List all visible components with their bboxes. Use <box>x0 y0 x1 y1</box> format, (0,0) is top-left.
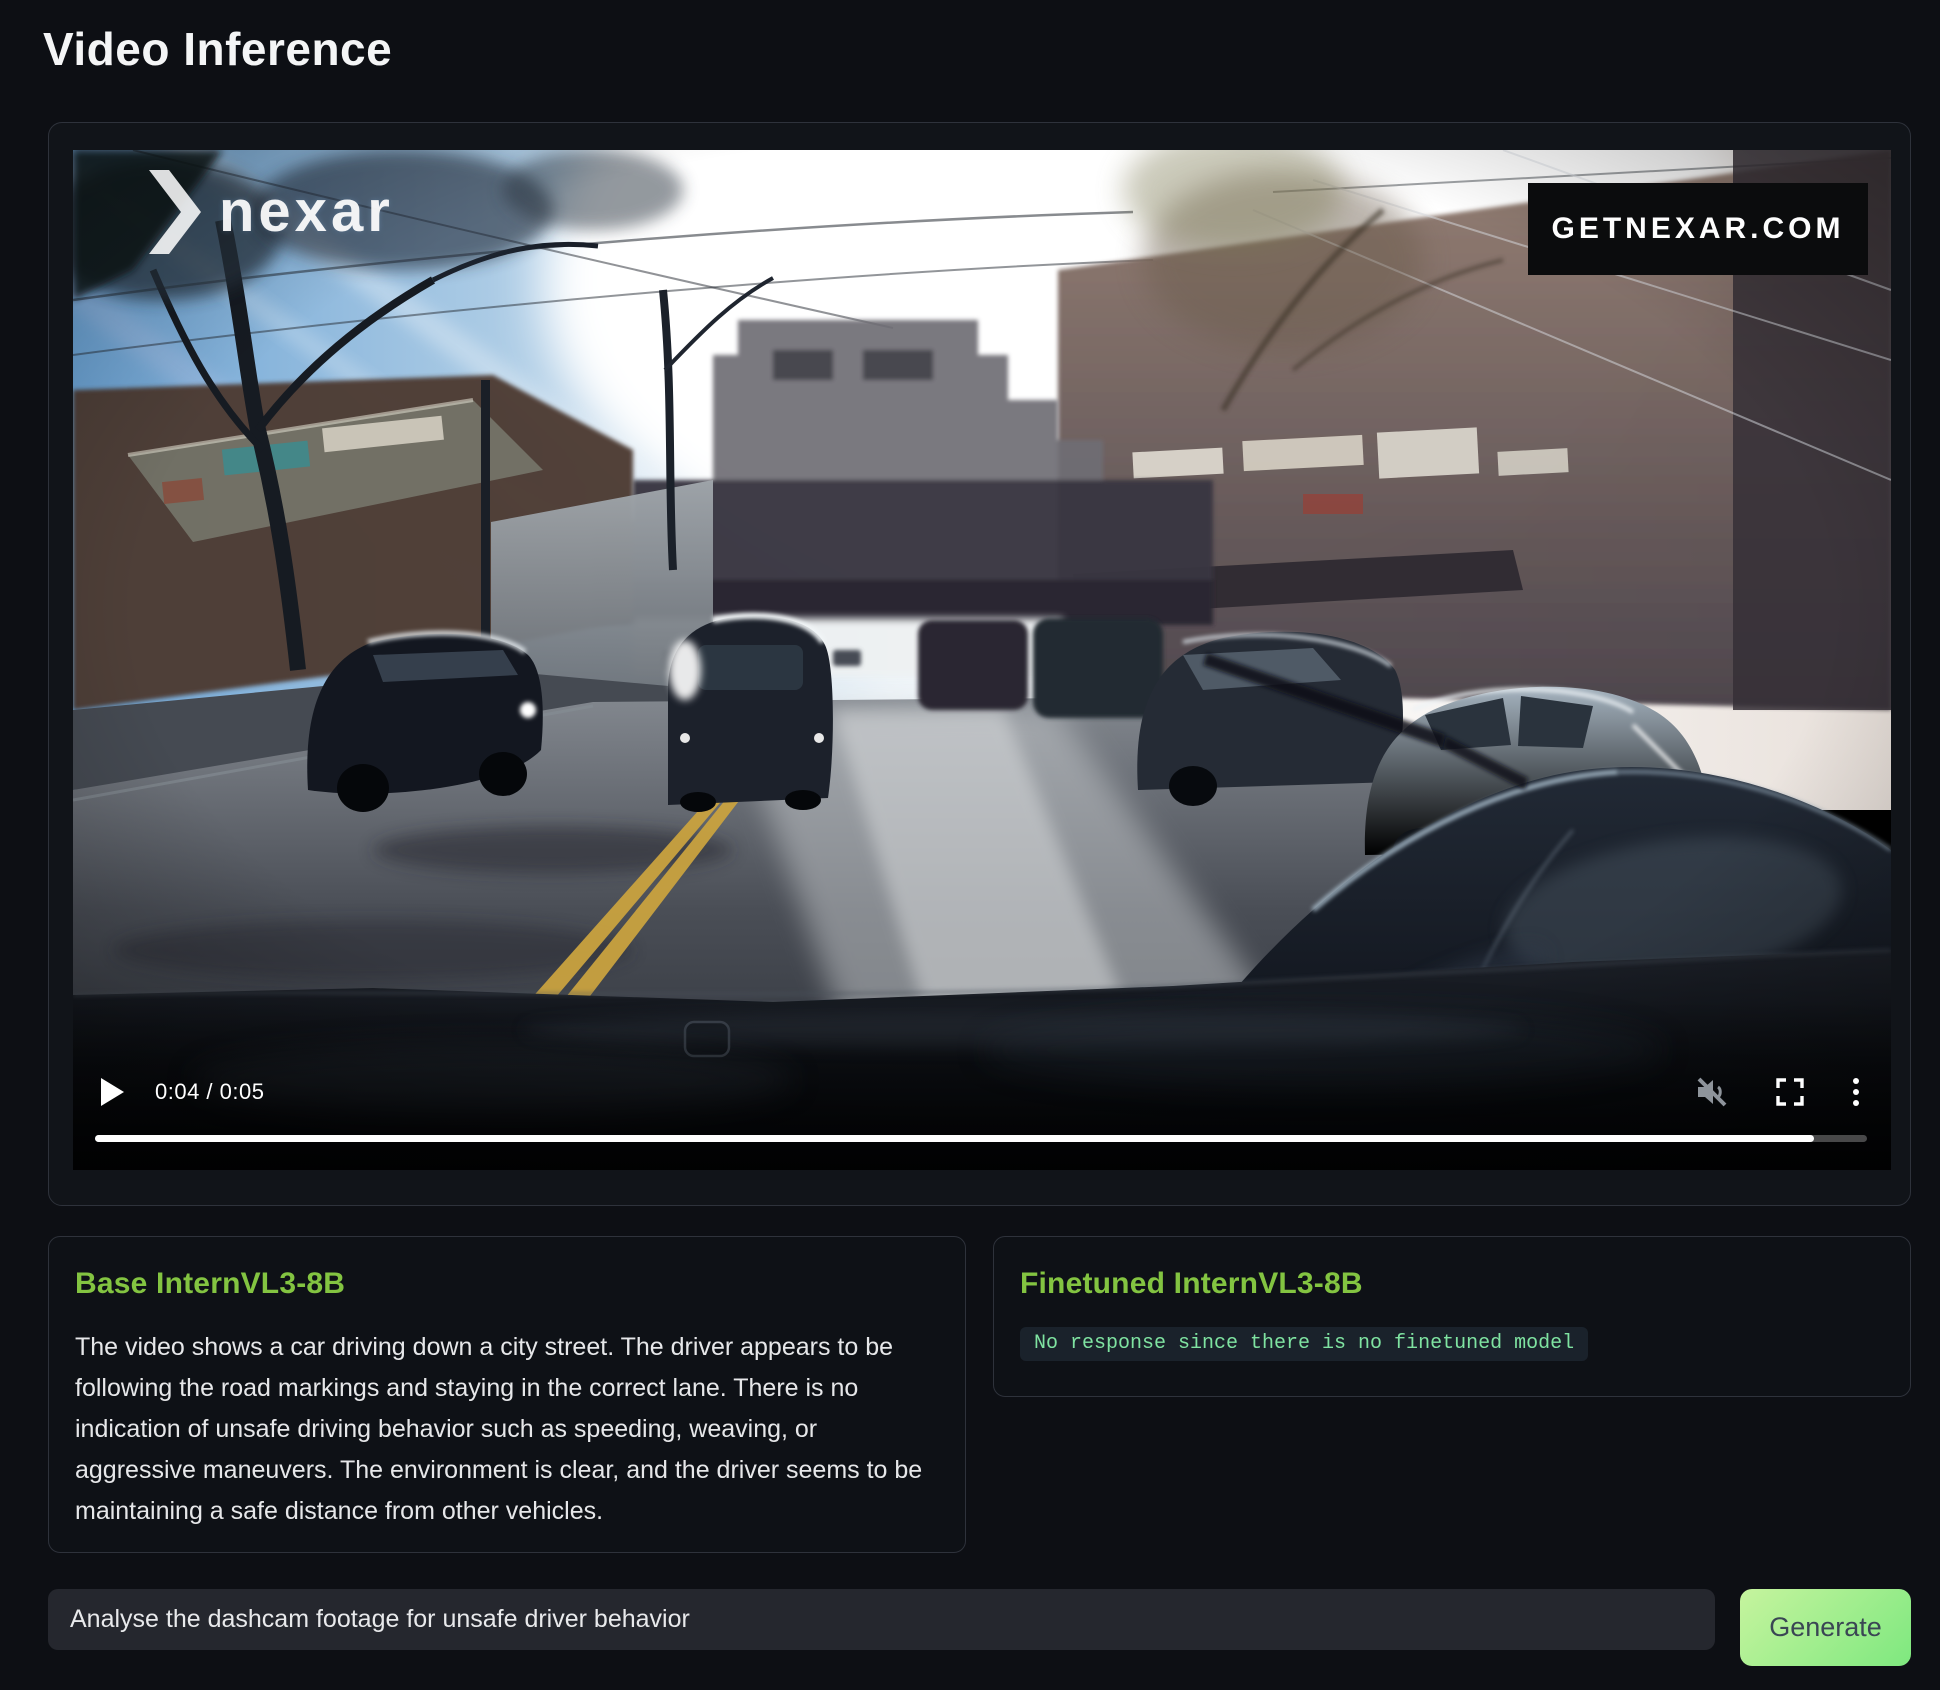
dashcam-video[interactable]: nexar GETNEXAR.COM 0:04 / 0:05 <box>73 150 1891 1170</box>
nexar-watermark: nexar <box>147 168 394 256</box>
play-icon <box>99 1077 125 1107</box>
base-model-panel: Base InternVL3-8B The video shows a car … <box>48 1236 966 1553</box>
prompt-input[interactable] <box>48 1589 1715 1650</box>
base-model-title: Base InternVL3-8B <box>75 1267 939 1301</box>
fullscreen-button[interactable] <box>1775 1077 1805 1107</box>
finetuned-model-panel: Finetuned InternVL3-8B No response since… <box>993 1236 1911 1397</box>
generate-button[interactable]: Generate <box>1740 1589 1911 1666</box>
prompt-row: Generate <box>48 1589 1911 1667</box>
time-display: 0:04 / 0:05 <box>155 1079 264 1105</box>
progress-bar[interactable] <box>95 1135 1867 1142</box>
video-controls: 0:04 / 0:05 <box>73 1072 1891 1112</box>
fullscreen-icon <box>1775 1077 1805 1107</box>
nexar-chevron-icon <box>147 168 201 256</box>
page-title: Video Inference <box>43 22 392 76</box>
play-button[interactable] <box>99 1077 125 1107</box>
finetuned-model-response: No response since there is no finetuned … <box>1020 1327 1588 1361</box>
kebab-dot <box>1853 1089 1859 1095</box>
kebab-dot <box>1853 1100 1859 1106</box>
progress-fill <box>95 1135 1814 1142</box>
video-card: nexar GETNEXAR.COM 0:04 / 0:05 <box>48 122 1911 1206</box>
kebab-dot <box>1853 1078 1859 1084</box>
nexar-watermark-text: nexar <box>219 183 394 241</box>
mute-button[interactable] <box>1695 1076 1729 1108</box>
getnexar-banner: GETNEXAR.COM <box>1528 183 1868 275</box>
muted-speaker-icon <box>1695 1076 1729 1108</box>
finetuned-model-title: Finetuned InternVL3-8B <box>1020 1267 1884 1301</box>
base-model-response: The video shows a car driving down a cit… <box>75 1327 939 1532</box>
more-options-button[interactable] <box>1853 1078 1859 1106</box>
